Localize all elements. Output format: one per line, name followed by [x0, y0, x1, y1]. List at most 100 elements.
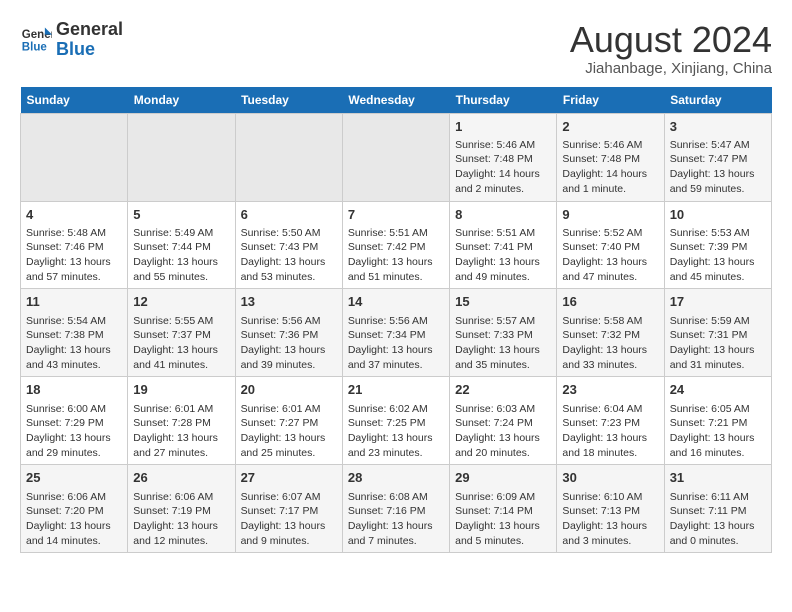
month-title: August 2024: [570, 20, 772, 60]
week-row-2: 4 Sunrise: 5:48 AM Sunset: 7:46 PM Daylig…: [21, 201, 772, 289]
page-header: General Blue General Blue August 2024 Ji…: [20, 20, 772, 77]
day-number: 14: [348, 293, 444, 311]
day-header-tuesday: Tuesday: [235, 87, 342, 114]
day-header-monday: Monday: [128, 87, 235, 114]
cell-content: Sunrise: 6:04 AM Sunset: 7:23 PM Dayligh…: [562, 402, 658, 461]
cell-content: Sunrise: 5:53 AM Sunset: 7:39 PM Dayligh…: [670, 226, 766, 285]
day-number: 20: [241, 381, 337, 399]
day-number: 4: [26, 206, 122, 224]
calendar-cell: 25 Sunrise: 6:06 AM Sunset: 7:20 PM Dayli…: [21, 465, 128, 553]
calendar-cell: 16 Sunrise: 5:58 AM Sunset: 7:32 PM Dayli…: [557, 289, 664, 377]
cell-content: Sunrise: 5:49 AM Sunset: 7:44 PM Dayligh…: [133, 226, 229, 285]
cell-content: Sunrise: 6:03 AM Sunset: 7:24 PM Dayligh…: [455, 402, 551, 461]
day-number: 28: [348, 469, 444, 487]
day-number: 29: [455, 469, 551, 487]
day-number: 2: [562, 118, 658, 136]
day-number: 16: [562, 293, 658, 311]
location: Jiahanbage, Xinjiang, China: [570, 60, 772, 77]
day-number: 15: [455, 293, 551, 311]
calendar-cell: 28Sunrise: 6:08 AM Sunset: 7:16 PM Dayli…: [342, 465, 449, 553]
calendar-cell: 9 Sunrise: 5:52 AM Sunset: 7:40 PM Daylig…: [557, 201, 664, 289]
calendar-cell: 18Sunrise: 6:00 AM Sunset: 7:29 PM Dayli…: [21, 377, 128, 465]
day-number: 26: [133, 469, 229, 487]
cell-content: Sunrise: 5:52 AM Sunset: 7:40 PM Dayligh…: [562, 226, 658, 285]
calendar-cell: 19Sunrise: 6:01 AM Sunset: 7:28 PM Dayli…: [128, 377, 235, 465]
cell-content: Sunrise: 5:51 AM Sunset: 7:42 PM Dayligh…: [348, 226, 444, 285]
day-number: 19: [133, 381, 229, 399]
cell-content: Sunrise: 5:57 AM Sunset: 7:33 PM Dayligh…: [455, 314, 551, 373]
calendar-cell: 23Sunrise: 6:04 AM Sunset: 7:23 PM Dayli…: [557, 377, 664, 465]
calendar-cell: 7 Sunrise: 5:51 AM Sunset: 7:42 PM Daylig…: [342, 201, 449, 289]
calendar-cell: 17Sunrise: 5:59 AM Sunset: 7:31 PM Dayli…: [664, 289, 771, 377]
day-number: 10: [670, 206, 766, 224]
calendar-cell: [342, 113, 449, 201]
cell-content: Sunrise: 5:56 AM Sunset: 7:36 PM Dayligh…: [241, 314, 337, 373]
day-header-wednesday: Wednesday: [342, 87, 449, 114]
day-number: 11: [26, 293, 122, 311]
week-row-1: 1 Sunrise: 5:46 AM Sunset: 7:48 PM Daylig…: [21, 113, 772, 201]
day-number: 30: [562, 469, 658, 487]
day-number: 22: [455, 381, 551, 399]
day-number: 25: [26, 469, 122, 487]
day-header-sunday: Sunday: [21, 87, 128, 114]
cell-content: Sunrise: 6:01 AM Sunset: 7:27 PM Dayligh…: [241, 402, 337, 461]
day-number: 9: [562, 206, 658, 224]
calendar-cell: 29 Sunrise: 6:09 AM Sunset: 7:14 PM Dayli…: [450, 465, 557, 553]
day-number: 1: [455, 118, 551, 136]
calendar-cell: 2 Sunrise: 5:46 AM Sunset: 7:48 PM Daylig…: [557, 113, 664, 201]
calendar-cell: [128, 113, 235, 201]
cell-content: Sunrise: 6:09 AM Sunset: 7:14 PM Dayligh…: [455, 490, 551, 549]
calendar-cell: 12 Sunrise: 5:55 AM Sunset: 7:37 PM Dayli…: [128, 289, 235, 377]
cell-content: Sunrise: 5:54 AM Sunset: 7:38 PM Dayligh…: [26, 314, 122, 373]
calendar-cell: 22 Sunrise: 6:03 AM Sunset: 7:24 PM Dayli…: [450, 377, 557, 465]
cell-content: Sunrise: 5:55 AM Sunset: 7:37 PM Dayligh…: [133, 314, 229, 373]
calendar-cell: 4 Sunrise: 5:48 AM Sunset: 7:46 PM Daylig…: [21, 201, 128, 289]
calendar-cell: 30 Sunrise: 6:10 AM Sunset: 7:13 PM Dayli…: [557, 465, 664, 553]
calendar-cell: 20 Sunrise: 6:01 AM Sunset: 7:27 PM Dayli…: [235, 377, 342, 465]
cell-content: Sunrise: 6:11 AM Sunset: 7:11 PM Dayligh…: [670, 490, 766, 549]
day-number: 27: [241, 469, 337, 487]
calendar-table: SundayMondayTuesdayWednesdayThursdayFrid…: [20, 87, 772, 554]
calendar-cell: 31Sunrise: 6:11 AM Sunset: 7:11 PM Dayli…: [664, 465, 771, 553]
cell-content: Sunrise: 6:06 AM Sunset: 7:20 PM Dayligh…: [26, 490, 122, 549]
cell-content: Sunrise: 5:47 AM Sunset: 7:47 PM Dayligh…: [670, 138, 766, 197]
logo-icon: General Blue: [20, 24, 52, 56]
day-number: 21: [348, 381, 444, 399]
cell-content: Sunrise: 5:48 AM Sunset: 7:46 PM Dayligh…: [26, 226, 122, 285]
cell-content: Sunrise: 6:02 AM Sunset: 7:25 PM Dayligh…: [348, 402, 444, 461]
day-number: 3: [670, 118, 766, 136]
day-number: 8: [455, 206, 551, 224]
calendar-cell: 14Sunrise: 5:56 AM Sunset: 7:34 PM Dayli…: [342, 289, 449, 377]
day-header-saturday: Saturday: [664, 87, 771, 114]
logo-text: General Blue: [56, 20, 123, 60]
title-block: August 2024 Jiahanbage, Xinjiang, China: [570, 20, 772, 77]
calendar-cell: 6 Sunrise: 5:50 AM Sunset: 7:43 PM Daylig…: [235, 201, 342, 289]
cell-content: Sunrise: 5:46 AM Sunset: 7:48 PM Dayligh…: [562, 138, 658, 197]
calendar-cell: [21, 113, 128, 201]
cell-content: Sunrise: 5:58 AM Sunset: 7:32 PM Dayligh…: [562, 314, 658, 373]
cell-content: Sunrise: 6:00 AM Sunset: 7:29 PM Dayligh…: [26, 402, 122, 461]
calendar-cell: 11 Sunrise: 5:54 AM Sunset: 7:38 PM Dayli…: [21, 289, 128, 377]
calendar-cell: [235, 113, 342, 201]
cell-content: Sunrise: 6:10 AM Sunset: 7:13 PM Dayligh…: [562, 490, 658, 549]
header-row: SundayMondayTuesdayWednesdayThursdayFrid…: [21, 87, 772, 114]
day-number: 12: [133, 293, 229, 311]
week-row-3: 11 Sunrise: 5:54 AM Sunset: 7:38 PM Dayli…: [21, 289, 772, 377]
cell-content: Sunrise: 5:50 AM Sunset: 7:43 PM Dayligh…: [241, 226, 337, 285]
day-number: 5: [133, 206, 229, 224]
calendar-cell: 26 Sunrise: 6:06 AM Sunset: 7:19 PM Dayli…: [128, 465, 235, 553]
day-number: 6: [241, 206, 337, 224]
calendar-cell: 8Sunrise: 5:51 AM Sunset: 7:41 PM Daylig…: [450, 201, 557, 289]
day-number: 7: [348, 206, 444, 224]
calendar-cell: 3 Sunrise: 5:47 AM Sunset: 7:47 PM Daylig…: [664, 113, 771, 201]
week-row-5: 25 Sunrise: 6:06 AM Sunset: 7:20 PM Dayli…: [21, 465, 772, 553]
logo: General Blue General Blue: [20, 20, 123, 60]
calendar-cell: 5 Sunrise: 5:49 AM Sunset: 7:44 PM Daylig…: [128, 201, 235, 289]
week-row-4: 18Sunrise: 6:00 AM Sunset: 7:29 PM Dayli…: [21, 377, 772, 465]
calendar-cell: 15 Sunrise: 5:57 AM Sunset: 7:33 PM Dayli…: [450, 289, 557, 377]
day-header-thursday: Thursday: [450, 87, 557, 114]
cell-content: Sunrise: 6:06 AM Sunset: 7:19 PM Dayligh…: [133, 490, 229, 549]
day-number: 17: [670, 293, 766, 311]
day-header-friday: Friday: [557, 87, 664, 114]
calendar-cell: 27Sunrise: 6:07 AM Sunset: 7:17 PM Dayli…: [235, 465, 342, 553]
